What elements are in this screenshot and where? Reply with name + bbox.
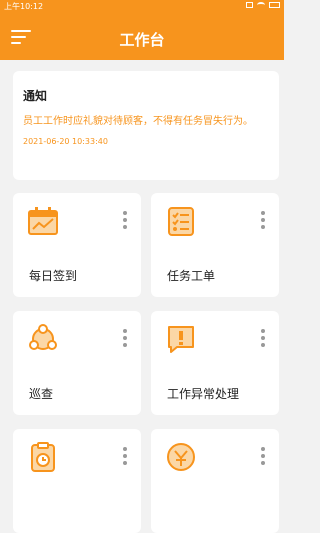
calendar-icon bbox=[28, 207, 58, 235]
tile-label: 每日签到 bbox=[29, 269, 78, 283]
battery-icon bbox=[269, 2, 280, 8]
status-icons bbox=[246, 2, 280, 8]
tile-label: 任务工单 bbox=[167, 269, 216, 283]
more-icon[interactable] bbox=[123, 447, 127, 465]
notice-time: 2021-06-20 10:33:40 bbox=[23, 137, 108, 146]
notice-card[interactable]: 通知 员工工作时应礼貌对待顾客，不得有任务冒失行为。 2021-06-20 10… bbox=[13, 71, 279, 180]
status-time: 上午10:12 bbox=[4, 2, 44, 11]
tile-patrol[interactable]: 巡查 bbox=[13, 311, 141, 415]
page-title: 工作台 bbox=[119, 31, 165, 49]
app-bar: 工作台 bbox=[0, 14, 284, 60]
notice-title: 通知 bbox=[23, 89, 48, 103]
tile-clipboard[interactable] bbox=[13, 429, 141, 533]
notice-body: 员工工作时应礼貌对待顾客，不得有任务冒失行为。 bbox=[23, 116, 253, 127]
sim-icon bbox=[246, 2, 253, 8]
more-icon[interactable] bbox=[261, 447, 265, 465]
status-bar: 上午10:12 bbox=[0, 0, 284, 14]
tile-task-orders[interactable]: 任务工单 bbox=[151, 193, 279, 297]
checklist-icon bbox=[168, 207, 194, 236]
tile-label: 巡查 bbox=[29, 387, 54, 401]
tile-shield[interactable] bbox=[151, 429, 279, 533]
shield-icon bbox=[167, 443, 195, 471]
patrol-icon bbox=[29, 324, 57, 350]
tile-label: 工作异常处理 bbox=[167, 387, 240, 401]
tile-daily-checkin[interactable]: 每日签到 bbox=[13, 193, 141, 297]
more-icon[interactable] bbox=[123, 329, 127, 347]
alert-icon bbox=[168, 326, 194, 353]
wifi-icon bbox=[257, 2, 265, 8]
more-icon[interactable] bbox=[123, 211, 127, 229]
more-icon[interactable] bbox=[261, 211, 265, 229]
clipboard-icon bbox=[31, 442, 55, 472]
more-icon[interactable] bbox=[261, 329, 265, 347]
tile-work-exception[interactable]: 工作异常处理 bbox=[151, 311, 279, 415]
